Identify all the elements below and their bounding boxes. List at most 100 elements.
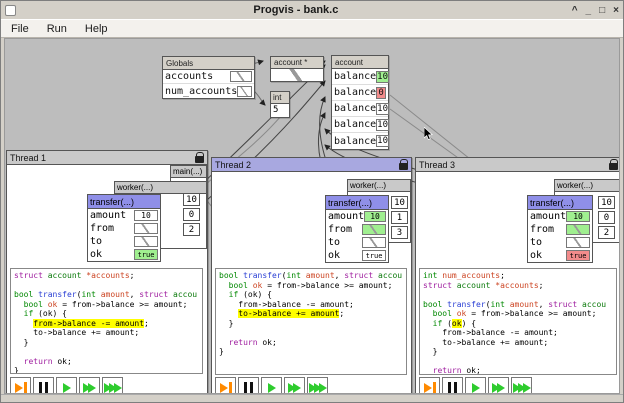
workspace-canvas[interactable]: Globals accounts num_accounts account * … — [4, 38, 620, 394]
num-accounts-pointer-cell[interactable] — [237, 86, 252, 97]
maximize-button[interactable]: □ — [599, 5, 605, 16]
code-view[interactable]: struct account *accounts; bool transfer(… — [10, 268, 203, 374]
thread-1-panel[interactable]: Thread 1 main(...) worker(...) 10 0 2 — [6, 150, 208, 394]
field-ok-value[interactable]: true — [362, 250, 386, 261]
lock-icon — [399, 163, 408, 170]
field-to-label: to — [328, 237, 362, 248]
worker-local-value[interactable]: 10 — [598, 196, 615, 209]
worker-locals: 10 0 2 — [598, 196, 615, 239]
thread-3-titlebar[interactable]: Thread 3 — [416, 158, 620, 172]
balance-value-cell[interactable]: 10 — [376, 119, 389, 131]
run-very-fast-button[interactable] — [102, 377, 123, 394]
step-button[interactable] — [215, 377, 236, 394]
run-button[interactable] — [56, 377, 77, 394]
account-pointer-box[interactable]: account * — [270, 56, 324, 82]
thread-2-panel[interactable]: Thread 2 worker(...) 10 1 3 transfer(...… — [211, 157, 412, 394]
mouse-cursor — [424, 127, 434, 146]
account-row: balance 10 — [332, 117, 388, 133]
worker-local-value[interactable]: 1 — [391, 211, 408, 224]
worker-local-value[interactable]: 3 — [391, 226, 408, 239]
shade-button[interactable]: ^ — [572, 5, 578, 16]
thread-1-titlebar[interactable]: Thread 1 — [7, 151, 207, 165]
field-from-pointer[interactable] — [362, 224, 386, 235]
field-amount-value[interactable]: 10 — [134, 210, 158, 221]
worker-local-value[interactable]: 2 — [598, 226, 615, 239]
field-from-pointer[interactable] — [566, 224, 590, 235]
field-ok-value[interactable]: true — [134, 249, 158, 260]
run-fast-button[interactable] — [284, 377, 305, 394]
balance-value-cell[interactable]: 10 — [376, 71, 389, 83]
field-to-label: to — [530, 237, 566, 248]
pause-button[interactable] — [442, 377, 463, 394]
run-very-fast-button[interactable] — [511, 377, 532, 394]
run-fast-button[interactable] — [488, 377, 509, 394]
step-button[interactable] — [419, 377, 440, 394]
lock-icon — [195, 156, 204, 163]
field-amount-value[interactable]: 10 — [364, 211, 386, 222]
close-button[interactable]: × — [613, 5, 619, 16]
very-fast-forward-icon — [114, 383, 122, 393]
thread-controls — [419, 377, 532, 394]
balance-value-cell[interactable]: 10 — [376, 103, 389, 115]
accounts-pointer-cell[interactable] — [230, 71, 252, 82]
menu-file[interactable]: File — [11, 23, 29, 35]
run-button[interactable] — [261, 377, 282, 394]
global-accounts-label: accounts — [165, 71, 230, 82]
code-line: bool ok = from->balance >= amount; — [423, 309, 613, 319]
global-accounts-row: accounts — [163, 70, 254, 84]
account-row: balance 10 — [332, 133, 388, 149]
run-fast-button[interactable] — [79, 377, 100, 394]
pause-icon — [448, 382, 451, 393]
thread-1-title: Thread 1 — [10, 153, 195, 163]
worker-local-value[interactable]: 10 — [391, 196, 408, 209]
worker-frame-header: worker(...) — [555, 180, 619, 192]
pause-button[interactable] — [238, 377, 259, 394]
worker-local-value[interactable]: 0 — [598, 211, 615, 224]
field-to-pointer[interactable] — [362, 237, 386, 248]
field-ok-value[interactable]: true — [566, 250, 590, 261]
thread-2-titlebar[interactable]: Thread 2 — [212, 158, 411, 172]
transfer-frame-header: transfer(...) — [88, 195, 160, 209]
worker-local-value[interactable]: 10 — [183, 193, 200, 206]
thread-3-panel[interactable]: Thread 3 worker(...) 10 0 2 transfer(...… — [415, 157, 620, 394]
pause-button[interactable] — [33, 377, 54, 394]
code-line: bool ok = from->balance >= amount; — [219, 281, 403, 291]
minimize-button[interactable]: _ — [586, 5, 592, 16]
worker-local-value[interactable]: 2 — [183, 223, 200, 236]
run-very-fast-button[interactable] — [307, 377, 328, 394]
balance-value-cell[interactable]: 0 — [376, 87, 386, 99]
field-from-pointer[interactable] — [134, 223, 158, 234]
globals-panel[interactable]: Globals accounts num_accounts — [162, 56, 255, 99]
account-row: balance 10 — [332, 69, 388, 85]
globals-panel-header: Globals — [163, 57, 254, 70]
int-box[interactable]: int 5 — [270, 91, 290, 118]
step-button[interactable] — [10, 377, 31, 394]
code-line: from->balance -= amount; — [423, 328, 613, 338]
field-ok-label: ok — [90, 249, 134, 260]
code-line — [423, 290, 613, 300]
transfer-frame[interactable]: transfer(...) amount10 from to oktrue — [527, 195, 593, 263]
lock-icon — [609, 163, 618, 170]
code-view[interactable]: int num_accounts;struct account *account… — [419, 268, 617, 375]
menu-help[interactable]: Help — [85, 23, 108, 35]
play-icon — [268, 383, 276, 393]
code-line: struct account *accounts; — [423, 281, 613, 291]
transfer-frame[interactable]: transfer(...) amount10 from to oktrue — [325, 195, 389, 263]
run-button[interactable] — [465, 377, 486, 394]
worker-local-value[interactable]: 0 — [183, 208, 200, 221]
window-titlebar[interactable]: Progvis - bank.c ^ _ □ × — [1, 1, 623, 19]
transfer-frame[interactable]: transfer(...) amount10 from to oktrue — [87, 194, 161, 262]
menu-run[interactable]: Run — [47, 23, 67, 35]
account-array-panel[interactable]: account balance 10 balance 0 balance 10 … — [331, 55, 389, 150]
code-view[interactable]: bool transfer(int amount, struct accou b… — [215, 268, 407, 375]
code-line: to->balance += amount; — [14, 328, 199, 338]
field-to-pointer[interactable] — [134, 236, 158, 247]
account-pointer-value-cell[interactable] — [271, 69, 323, 81]
step-icon — [15, 383, 23, 393]
field-to-pointer[interactable] — [566, 237, 590, 248]
field-amount-label: amount — [328, 211, 364, 222]
balance-value-cell[interactable]: 10 — [376, 135, 389, 147]
fast-forward-icon — [293, 383, 301, 393]
field-amount-value[interactable]: 10 — [566, 211, 590, 222]
app-window: Progvis - bank.c ^ _ □ × File Run Help — [0, 0, 624, 403]
